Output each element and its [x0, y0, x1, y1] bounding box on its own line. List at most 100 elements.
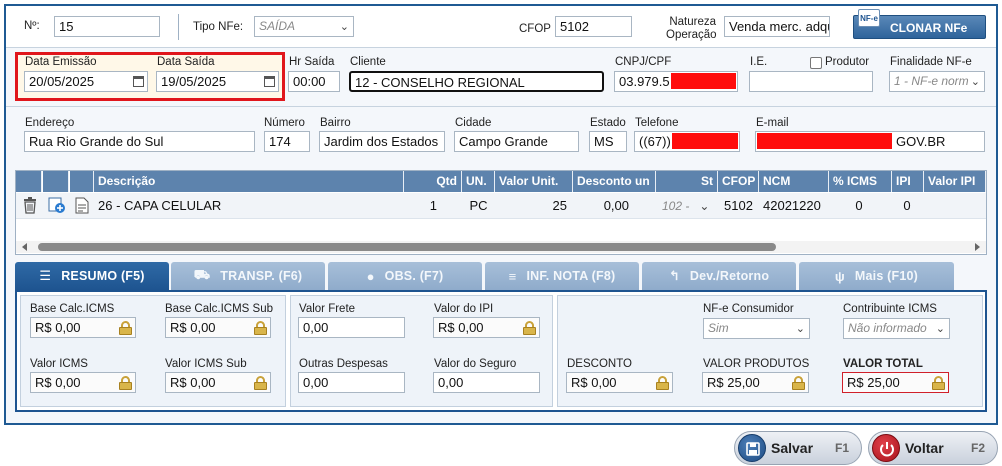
cell-valor-unit: 25: [552, 198, 567, 213]
voltar-button[interactable]: Voltar F2: [868, 431, 998, 465]
numero-input[interactable]: 15: [54, 16, 160, 37]
lock-icon: [932, 376, 945, 390]
cell-qtd: 1: [429, 198, 437, 213]
divider: [178, 14, 179, 40]
add-detail-icon[interactable]: [48, 197, 66, 214]
produtor-label: Produtor: [825, 56, 870, 68]
cell-desconto: 0,00: [603, 198, 629, 213]
grid-header-blank: [16, 171, 42, 192]
cidade-input[interactable]: Campo Grande: [454, 131, 579, 152]
col-header-valor-ipi[interactable]: Valor IPI: [924, 171, 986, 192]
lock-icon: [119, 376, 132, 390]
lock-icon: [792, 376, 805, 390]
database-icon: ≡: [508, 268, 517, 284]
ie-input[interactable]: [749, 71, 873, 92]
return-icon: ↰: [668, 268, 680, 283]
chevron-down-icon: ⌄: [970, 76, 980, 88]
bairro-input[interactable]: Jardim dos Estados: [319, 131, 445, 152]
numero-label: Nº:: [24, 20, 40, 32]
valor-produtos-label: VALOR PRODUTOS: [703, 358, 810, 370]
document-edit-icon[interactable]: [75, 197, 89, 214]
finalidade-select[interactable]: 1 - NF-e norm ⌄: [889, 71, 985, 92]
power-icon: [872, 434, 900, 462]
scroll-right-arrow[interactable]: [975, 243, 980, 251]
cfop-input[interactable]: 5102: [555, 16, 632, 37]
col-header-ncm[interactable]: NCM: [759, 171, 829, 192]
col-header-st[interactable]: St: [656, 171, 718, 192]
tipo-nfe-label: Tipo NFe:: [193, 21, 244, 33]
tab-transp[interactable]: ⛟ TRANSP. (F6): [171, 262, 325, 290]
natureza-input[interactable]: Venda merc. adqu: [724, 16, 830, 37]
chevron-down-icon: ⌄: [699, 199, 710, 213]
col-header-qtd[interactable]: Qtd: [404, 171, 462, 192]
desconto-label: DESCONTO: [567, 358, 632, 370]
col-header-icms[interactable]: % ICMS: [829, 171, 892, 192]
data-emissao-input[interactable]: 20/05/2025: [24, 71, 148, 92]
outras-despesas-input[interactable]: 0,00: [298, 372, 405, 393]
salvar-button[interactable]: Salvar F1: [734, 431, 862, 465]
hr-saida-label: Hr Saída: [289, 56, 335, 68]
col-header-descricao[interactable]: Descrição: [94, 171, 404, 192]
col-header-desconto[interactable]: Desconto un: [573, 171, 656, 192]
finalidade-value: 1 - NF-e norm: [894, 74, 969, 88]
frete-input[interactable]: 0,00: [298, 317, 405, 338]
nfe-consumidor-select[interactable]: Sim ⌄: [703, 318, 810, 339]
cliente-input[interactable]: 12 - CONSELHO REGIONAL: [349, 71, 604, 92]
endereco-label: Endereço: [25, 117, 75, 129]
horizontal-scrollbar[interactable]: [16, 241, 986, 253]
tab-resumo[interactable]: ☰ RESUMO (F5): [15, 262, 169, 290]
tab-obs[interactable]: ● OBS. (F7): [328, 262, 482, 290]
estado-label: Estado: [590, 117, 626, 129]
hr-saida-input[interactable]: 00:00: [288, 71, 340, 92]
valor-total-label: VALOR TOTAL: [843, 358, 923, 370]
seguro-label: Valor do Seguro: [434, 358, 517, 370]
lock-icon: [254, 376, 267, 390]
estado-input[interactable]: MS: [589, 131, 627, 152]
calendar-icon[interactable]: [264, 76, 275, 87]
tipo-nfe-select[interactable]: SAÍDA ⌄: [254, 16, 354, 37]
chevron-down-icon: ⌄: [795, 323, 805, 335]
outras-despesas-label: Outras Despesas: [299, 358, 388, 370]
data-saida-input[interactable]: 19/05/2025: [156, 71, 279, 92]
fork-icon: ψ: [834, 268, 845, 284]
valor-total-input: R$ 25,00: [842, 372, 949, 393]
chevron-down-icon: ⌄: [339, 21, 349, 33]
lock-icon: [119, 321, 132, 335]
cell-descricao: 26 - CAPA CELULAR: [98, 198, 222, 213]
seguro-input[interactable]: 0,00: [433, 372, 540, 393]
col-header-un[interactable]: UN.: [462, 171, 495, 192]
scrollbar-thumb[interactable]: [38, 243, 776, 251]
tab-mais[interactable]: ψ Mais (F10): [799, 262, 954, 290]
trash-icon[interactable]: [23, 197, 37, 214]
cell-cfop: 5102: [724, 198, 753, 213]
clonar-nfe-button[interactable]: NF-e CLONAR NFe: [853, 9, 986, 39]
numero-endereco-input[interactable]: 174: [264, 131, 310, 152]
produtor-checkbox[interactable]: [810, 57, 822, 69]
calendar-icon[interactable]: [133, 76, 144, 87]
contribuinte-select[interactable]: Não informado ⌄: [843, 318, 950, 339]
cnpj-label: CNPJ/CPF: [615, 56, 672, 68]
col-header-cfop[interactable]: CFOP: [718, 171, 759, 192]
endereco-input[interactable]: Rua Rio Grande do Sul: [24, 131, 255, 152]
data-saida-label: Data Saída: [157, 56, 215, 68]
col-header-ipi[interactable]: IPI: [892, 171, 924, 192]
voltar-shortcut: F2: [970, 441, 985, 455]
col-header-valor-unit[interactable]: Valor Unit.: [495, 171, 573, 192]
salvar-label: Salvar: [771, 440, 814, 456]
valor-icms-sub-input: R$ 0,00: [165, 372, 271, 393]
lock-icon: [254, 321, 267, 335]
lock-icon: [656, 376, 669, 390]
tab-inf-nota[interactable]: ≡ INF. NOTA (F8): [485, 262, 639, 290]
tab-dev-retorno[interactable]: ↰ Dev./Retorno: [642, 262, 796, 290]
scroll-left-arrow[interactable]: [22, 243, 27, 251]
cidade-label: Cidade: [455, 117, 492, 129]
cell-ipi: 0: [903, 198, 911, 213]
email-label: E-mail: [756, 117, 789, 129]
cell-un: PC: [469, 198, 488, 213]
bc-icms-input: R$ 0,00: [30, 317, 136, 338]
tipo-nfe-value: SAÍDA: [259, 19, 296, 33]
lock-icon: [523, 321, 536, 335]
cliente-label: Cliente: [350, 56, 386, 68]
cell-st[interactable]: 102 - ⌄: [662, 194, 709, 218]
voltar-label: Voltar: [905, 440, 944, 456]
